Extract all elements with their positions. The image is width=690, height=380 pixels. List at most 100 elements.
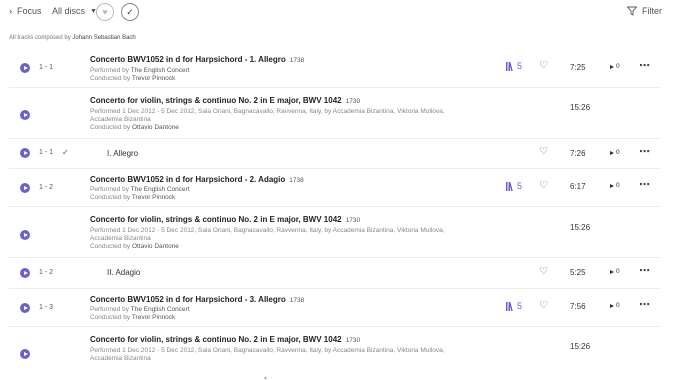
conducted-prefix: Conducted by [90,314,131,321]
play-count-icon [610,303,614,308]
more-options-icon[interactable]: ⋯ [639,178,650,191]
performer-link[interactable]: The English Concert [131,67,190,74]
heart-icon: ♥ [102,7,108,17]
play-icon[interactable] [20,63,30,73]
track-duration: 7:56 [570,302,586,311]
heart-icon[interactable]: ♡ [539,180,548,191]
play-icon[interactable] [20,268,30,278]
played-filter-button[interactable]: ✓ [121,3,139,21]
track-row[interactable]: Concerto for violin, strings & continuo … [9,207,660,258]
track-title[interactable]: Concerto for violin, strings & continuo … [90,215,360,224]
performed-prefix: Performed by [90,306,130,313]
track-meta: Performed 1 Dec 2012 - 5 Dec 2012, Sala … [90,227,450,251]
play-count-value: 0 [616,149,620,156]
track-row[interactable]: 1 - 1 ✓ I. Allegro ♡ 7:26 0 ⋯ [9,139,660,169]
play-count: 0 [610,149,620,156]
performed-prefix: Performed by [90,186,130,193]
track-title-text: Concerto for violin, strings & continuo … [90,96,342,105]
track-row[interactable]: 1 - 2 II. Adagio ♡ 5:25 0 ⋯ [9,258,660,289]
more-options-icon[interactable]: ⋯ [639,264,650,277]
more-options-icon[interactable]: ⋯ [639,145,650,158]
track-title-text: Concerto for violin, strings & continuo … [90,335,342,344]
performer-link[interactable]: The English Concert [131,186,190,193]
play-icon[interactable] [20,110,30,120]
track-title[interactable]: Concerto for violin, strings & continuo … [90,96,360,105]
track-year: 1730 [345,337,361,344]
versions-count: 5 [517,61,523,71]
track-title[interactable]: Concerto BWV1052 in d for Harpsichord - … [90,55,304,64]
conductor-link[interactable]: Trevor Pinnock [132,194,175,201]
heart-icon[interactable]: ♡ [539,146,548,157]
track-title[interactable]: Concerto for violin, strings & continuo … [90,335,360,344]
track-duration: 15:26 [570,223,591,232]
play-count: 0 [610,268,620,275]
performed-line-2: Accademia Bizantina [90,355,151,362]
conductor-link[interactable]: Trevor Pinnock [132,314,175,321]
conducted-prefix: Conducted by [90,194,131,201]
track-row[interactable]: Concerto for violin, strings & continuo … [9,88,660,139]
more-options-icon[interactable]: ⋯ [639,59,650,72]
play-icon[interactable] [20,230,30,240]
play-count: 0 [610,302,620,309]
more-options-icon[interactable]: ⋯ [639,298,650,311]
performed-line: Performed by The English Concert [90,306,450,314]
track-title-text: Concerto BWV1052 in d for Harpsichord - … [90,175,286,184]
track-number: 1 - 1 [39,149,54,156]
play-count-icon [610,150,614,155]
conducted-line: Conducted by Ottavio Dantone [90,243,450,251]
track-row[interactable]: Concerto for violin, strings & continuo … [9,327,660,380]
track-duration: 5:25 [570,268,586,277]
heart-icon[interactable]: ♡ [539,300,548,311]
heart-icon[interactable]: ♡ [539,60,548,71]
track-title[interactable]: I. Allegro [107,149,138,158]
discs-dropdown[interactable]: All discs ▼ [52,6,97,16]
track-meta: Performed 1 Dec 2012 - 5 Dec 2012, Sala … [90,108,450,132]
play-icon[interactable] [20,349,30,359]
play-count-value: 0 [616,302,620,309]
track-title[interactable]: Concerto BWV1052 in d for Harpsichord - … [90,175,304,184]
versions-count: 5 [517,301,523,311]
versions-button[interactable]: 5 [506,181,522,191]
conducted-line: Conducted by Trevor Pinnock [90,314,450,322]
play-count-icon [610,183,614,188]
heart-icon[interactable]: ♡ [539,266,548,277]
track-duration: 6:17 [570,182,586,191]
track-row[interactable]: 1 - 1 Concerto BWV1052 in d for Harpsich… [9,48,660,88]
track-title-text: Concerto for violin, strings & continuo … [90,215,342,224]
track-title[interactable]: Concerto BWV1052 in d for Harpsichord - … [90,295,304,304]
track-number: 1 - 2 [39,269,54,276]
track-row[interactable]: 1 - 3 Concerto BWV1052 in d for Harpsich… [9,289,660,327]
performer-link[interactable]: The English Concert [131,306,190,313]
track-title-text: Concerto BWV1052 in d for Harpsichord - … [90,55,286,64]
track-year: 1738 [289,57,305,64]
versions-button[interactable]: 5 [506,61,522,71]
play-icon[interactable] [20,303,30,313]
play-count-value: 0 [616,268,620,275]
conductor-link[interactable]: Trevor Pinnock [132,75,175,82]
track-title[interactable]: II. Adagio [107,268,140,277]
versions-icon [506,182,513,191]
play-count: 0 [610,182,620,189]
composer-line: All tracks composed by Johann Sebastian … [9,35,136,41]
track-meta: Performed by The English Concert Conduct… [90,306,450,322]
performed-line: Performed 1 Dec 2012 - 5 Dec 2012, Sala … [90,227,445,234]
versions-button[interactable]: 5 [506,301,522,311]
filter-icon [627,6,637,16]
focus-button[interactable]: › Focus [9,6,42,16]
play-icon[interactable] [20,183,30,193]
track-row[interactable]: 1 - 2 Concerto BWV1052 in d for Harpsich… [9,169,660,207]
favorite-filter-button[interactable]: ♥ [96,3,114,21]
versions-icon [506,302,513,311]
conductor-link[interactable]: Ottavio Dantone [132,243,179,250]
track-title-text: Concerto BWV1052 in d for Harpsichord - … [90,295,286,304]
scroll-indicator-icon[interactable]: ▴ [264,374,270,380]
conducted-prefix: Conducted by [90,124,131,131]
filter-button[interactable]: Filter [627,6,662,16]
track-year: 1738 [289,177,304,184]
conductor-link[interactable]: Ottavio Dantone [132,124,179,131]
track-number: 1 - 2 [39,184,54,191]
composer-name[interactable]: Johann Sebastian Bach [72,35,135,41]
conducted-line: Conducted by Trevor Pinnock [90,194,450,202]
play-icon[interactable] [20,148,30,158]
focus-label: Focus [17,6,42,16]
